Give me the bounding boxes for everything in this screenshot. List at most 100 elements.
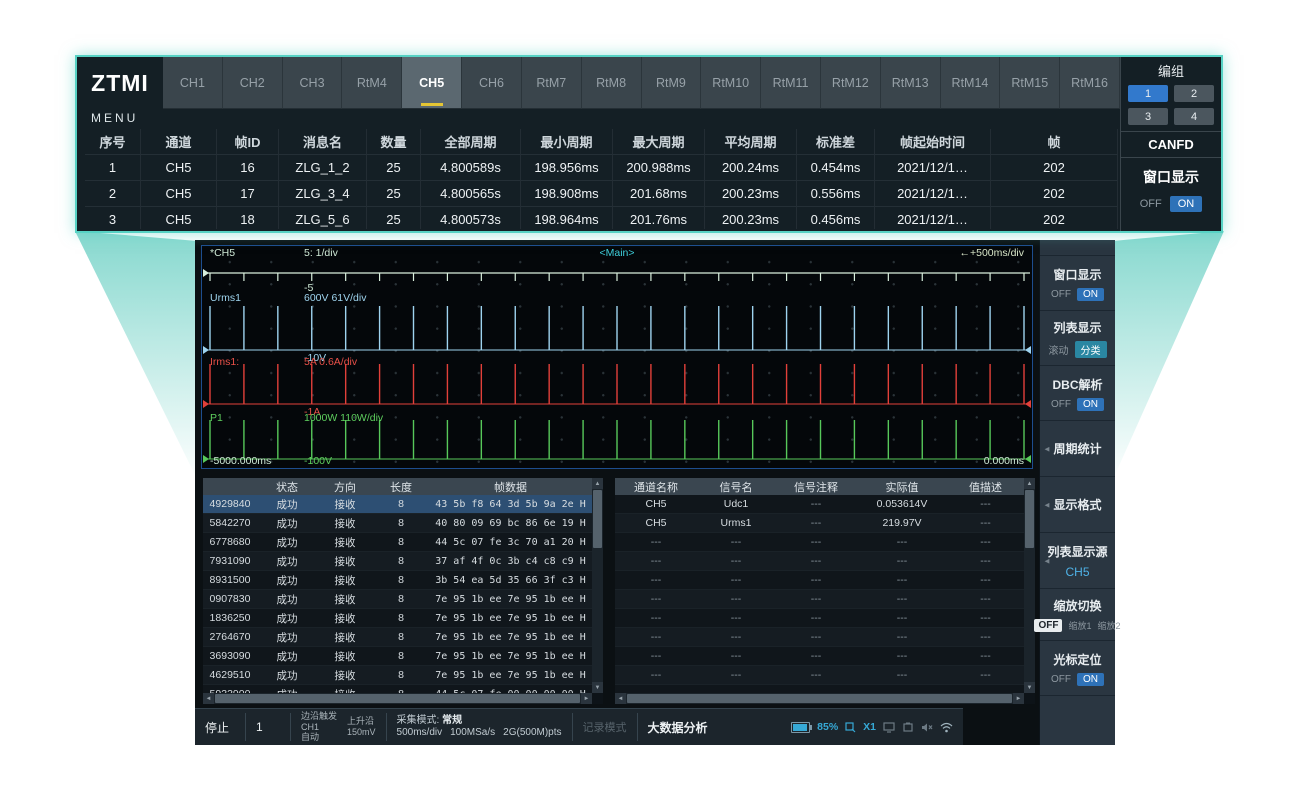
tab-rtm4[interactable]: RtM4 — [342, 57, 402, 109]
sidebar-item-显示格式[interactable]: 显示格式◄ — [1040, 477, 1115, 533]
scroll-right-icon[interactable]: ► — [1013, 693, 1024, 704]
stat-cell[interactable]: 0.454ms — [797, 155, 875, 181]
sidebar-item-光标定位[interactable]: 光标定位OFFON — [1040, 641, 1115, 696]
option-ON[interactable]: ON — [1077, 673, 1104, 686]
tab-rtm15[interactable]: RtM15 — [1000, 57, 1060, 109]
frame-row[interactable]: 2764670成功接收87e 95 1b ee 7e 95 1b ee H — [203, 628, 592, 647]
stat-cell[interactable]: 4.800589s — [421, 155, 521, 181]
frame-row[interactable]: 4629510成功接收87e 95 1b ee 7e 95 1b ee H — [203, 666, 592, 685]
stat-cell[interactable]: 25 — [367, 155, 421, 181]
signal-table-vscrollbar[interactable]: ▲ ▼ — [1024, 478, 1035, 693]
group-button-3[interactable]: 3 — [1128, 108, 1168, 125]
stat-cell[interactable]: 3 — [85, 207, 141, 229]
power-channel-marker[interactable] — [203, 455, 209, 463]
tab-rtm7[interactable]: RtM7 — [522, 57, 582, 109]
frame-row[interactable]: 4929840成功接收843 5b f8 64 3d 5b 9a 2e H — [203, 495, 592, 514]
frame-table-hscrollbar[interactable]: ◄ ► — [203, 693, 592, 704]
waveform-display[interactable]: *CH5 5: 1/div <Main> ←+500ms/div -5 Urms… — [201, 245, 1033, 469]
stat-cell[interactable]: 202 — [991, 207, 1118, 229]
scroll-left-icon[interactable]: ◄ — [615, 693, 626, 704]
big-data-analysis-button[interactable]: 大数据分析 — [648, 719, 708, 736]
stat-cell[interactable]: 2021/12/1… — [875, 155, 991, 181]
tab-ch1[interactable]: CH1 — [163, 57, 223, 109]
stat-cell[interactable]: 198.964ms — [521, 207, 613, 229]
frame-row[interactable]: 6778680成功接收844 5c 07 fe 3c 70 a1 20 H — [203, 533, 592, 552]
stat-cell[interactable]: 198.956ms — [521, 155, 613, 181]
group-button-2[interactable]: 2 — [1174, 85, 1214, 102]
stat-cell[interactable]: 2 — [85, 181, 141, 207]
stat-cell[interactable]: 1 — [85, 155, 141, 181]
vscroll-thumb[interactable] — [1025, 490, 1034, 548]
option-OFF[interactable]: OFF — [1051, 674, 1071, 685]
frame-row[interactable]: 5842270成功接收840 80 09 69 bc 86 6e 19 H — [203, 514, 592, 533]
stat-cell[interactable]: ZLG_1_2 — [279, 155, 367, 181]
scroll-left-icon[interactable]: ◄ — [203, 693, 214, 704]
stat-cell[interactable]: 202 — [991, 155, 1118, 181]
scroll-up-icon[interactable]: ▲ — [1024, 478, 1035, 489]
vscroll-thumb[interactable] — [593, 490, 602, 548]
tab-ch3[interactable]: CH3 — [283, 57, 343, 109]
stat-cell[interactable]: 201.68ms — [613, 181, 705, 207]
frame-row[interactable]: 1836250成功接收87e 95 1b ee 7e 95 1b ee H — [203, 609, 592, 628]
stat-cell[interactable]: 198.908ms — [521, 181, 613, 207]
stat-cell[interactable]: ZLG_5_6 — [279, 207, 367, 229]
record-mode-button[interactable]: 记录模式 — [583, 719, 627, 735]
group-button-1[interactable]: 1 — [1128, 85, 1168, 102]
tab-rtm8[interactable]: RtM8 — [582, 57, 642, 109]
tab-rtm14[interactable]: RtM14 — [941, 57, 1001, 109]
sidebar-item-周期统计[interactable]: 周期统计◄ — [1040, 421, 1115, 477]
option-缩放1[interactable]: 缩放1 — [1068, 619, 1091, 632]
group-button-4[interactable]: 4 — [1174, 108, 1214, 125]
stat-cell[interactable]: 2021/12/1… — [875, 207, 991, 229]
stat-cell[interactable]: 200.988ms — [613, 155, 705, 181]
stat-cell[interactable]: 202 — [991, 181, 1118, 207]
stat-cell[interactable]: 2021/12/1… — [875, 181, 991, 207]
option-分类[interactable]: 分类 — [1075, 341, 1107, 358]
logic-channel-marker[interactable] — [203, 269, 209, 277]
stat-cell[interactable]: ZLG_3_4 — [279, 181, 367, 207]
zoom-factor-label[interactable]: X1 — [863, 721, 876, 733]
option-滚动[interactable]: 滚动 — [1049, 342, 1069, 357]
scroll-down-icon[interactable]: ▼ — [592, 682, 603, 693]
signal-table-hscrollbar[interactable]: ◄ ► — [615, 693, 1024, 704]
urms-channel-marker[interactable] — [203, 346, 209, 354]
tab-rtm13[interactable]: RtM13 — [881, 57, 941, 109]
scroll-down-icon[interactable]: ▼ — [1024, 682, 1035, 693]
stat-cell[interactable]: 25 — [367, 181, 421, 207]
stat-cell[interactable]: 17 — [217, 181, 279, 207]
sidebar-item-列表显示[interactable]: 列表显示滚动分类 — [1040, 311, 1115, 366]
window-display-off[interactable]: OFF — [1140, 198, 1162, 210]
sidebar-item-窗口显示[interactable]: 窗口显示OFFON — [1040, 256, 1115, 311]
sidebar-item-列表显示源[interactable]: 列表显示源◄CH5 — [1040, 533, 1115, 589]
frame-row[interactable]: 0907830成功接收87e 95 1b ee 7e 95 1b ee H — [203, 590, 592, 609]
tab-rtm12[interactable]: RtM12 — [821, 57, 881, 109]
option-ON[interactable]: ON — [1077, 288, 1104, 301]
hscroll-thumb[interactable] — [627, 694, 1012, 703]
irms-channel-marker[interactable] — [203, 400, 209, 408]
tab-rtm10[interactable]: RtM10 — [701, 57, 761, 109]
tab-ch2[interactable]: CH2 — [223, 57, 283, 109]
option-缩放2[interactable]: 缩放2 — [1098, 619, 1121, 632]
tab-ch6[interactable]: CH6 — [462, 57, 522, 109]
tab-rtm9[interactable]: RtM9 — [642, 57, 702, 109]
scroll-up-icon[interactable]: ▲ — [592, 478, 603, 489]
stat-cell[interactable]: 201.76ms — [613, 207, 705, 229]
stat-cell[interactable]: CH5 — [141, 181, 217, 207]
stat-cell[interactable]: CH5 — [141, 155, 217, 181]
sidebar-item-DBC解析[interactable]: DBC解析OFFON — [1040, 366, 1115, 421]
tab-ch5[interactable]: CH5 — [402, 57, 462, 109]
stat-cell[interactable]: 4.800565s — [421, 181, 521, 207]
frame-row[interactable]: 7931090成功接收837 af 4f 0c 3b c4 c8 c9 H — [203, 552, 592, 571]
stat-cell[interactable]: 200.24ms — [705, 155, 797, 181]
option-OFF[interactable]: OFF — [1034, 619, 1062, 632]
stat-cell[interactable]: 0.456ms — [797, 207, 875, 229]
stat-cell[interactable]: 4.800573s — [421, 207, 521, 229]
tab-rtm16[interactable]: RtM16 — [1060, 57, 1120, 109]
sidebar-item-缩放切换[interactable]: 缩放切换OFF缩放1缩放2 — [1040, 589, 1115, 641]
stat-cell[interactable]: 16 — [217, 155, 279, 181]
menu-button[interactable]: MENU — [91, 111, 138, 125]
window-display-on[interactable]: ON — [1170, 196, 1203, 212]
frame-row[interactable]: 8931500成功接收83b 54 ea 5d 35 66 3f c3 H — [203, 571, 592, 590]
stat-cell[interactable]: CH5 — [141, 207, 217, 229]
hscroll-thumb[interactable] — [215, 694, 580, 703]
